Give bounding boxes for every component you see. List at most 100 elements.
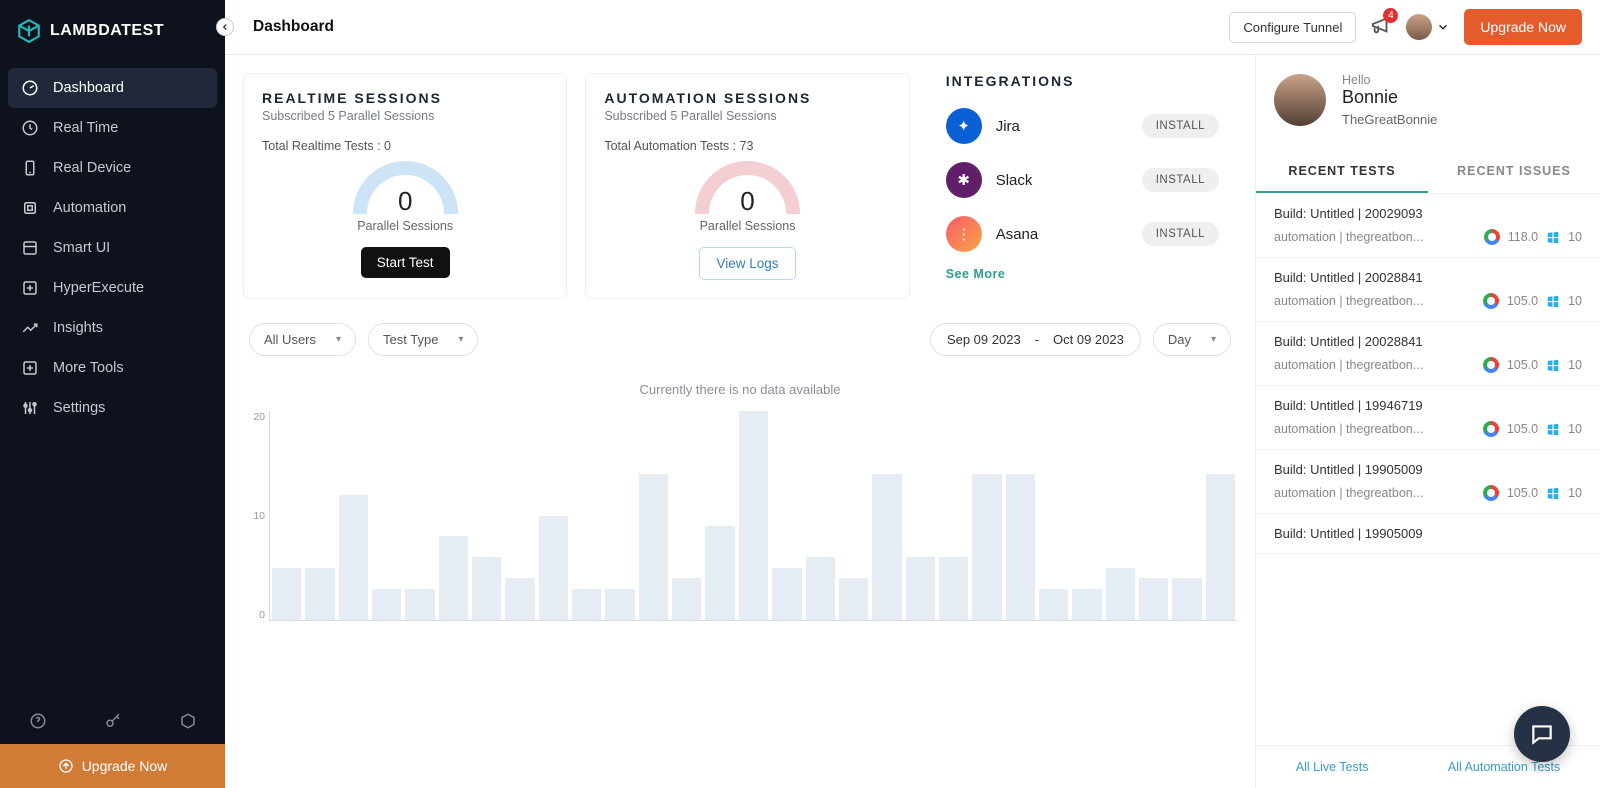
integration-row-jira: ✦ Jira INSTALL [946, 99, 1219, 153]
card-subtitle: Subscribed 5 Parallel Sessions [262, 109, 548, 123]
configure-tunnel-button[interactable]: Configure Tunnel [1229, 12, 1356, 43]
chart-bar [972, 474, 1001, 620]
total-tests-label: Total Automation Tests : 73 [604, 139, 890, 153]
sidebar-item-label: Automation [53, 200, 126, 216]
sidebar-item-settings[interactable]: Settings [8, 388, 217, 428]
gauge-value: 0 [398, 186, 412, 217]
browser-version: 105.0 [1507, 486, 1538, 500]
test-build-label: Build: Untitled | 20028841 [1274, 334, 1582, 349]
see-more-link[interactable]: See More [946, 267, 1006, 281]
chart-bar [339, 495, 368, 620]
chart-bar [1072, 589, 1101, 620]
chart-bar [1039, 589, 1068, 620]
integration-row-asana: ⋮ Asana INSTALL [946, 207, 1219, 261]
users-filter-dropdown[interactable]: All Users ▾ [249, 323, 356, 356]
os-version: 10 [1568, 486, 1582, 500]
sidebar-item-dashboard[interactable]: Dashboard [8, 68, 217, 108]
test-row[interactable]: Build: Untitled | 19905009automation | t… [1256, 450, 1600, 514]
card-title: INTEGRATIONS [946, 73, 1219, 89]
avatar [1274, 74, 1326, 126]
chart-area: Currently there is no data available 20 … [243, 368, 1237, 621]
chart-bar [272, 568, 301, 620]
sidebar-item-hyperexecute[interactable]: HyperExecute [8, 268, 217, 308]
chevron-down-icon: ▾ [458, 334, 463, 345]
sidebar-item-smartui[interactable]: Smart UI [8, 228, 217, 268]
tab-recent-issues[interactable]: RECENT ISSUES [1428, 151, 1600, 193]
windows-icon [1546, 294, 1560, 308]
test-row[interactable]: Build: Untitled | 19946719automation | t… [1256, 386, 1600, 450]
test-user: automation | thegreatbon... [1274, 294, 1475, 308]
chevron-down-icon: ▾ [336, 334, 341, 345]
windows-icon [1546, 422, 1560, 436]
chart-bar [739, 411, 768, 620]
type-filter-dropdown[interactable]: Test Type ▾ [368, 323, 478, 356]
docs-icon[interactable] [179, 712, 197, 730]
date-range-picker[interactable]: Sep 09 2023 - Oct 09 2023 [930, 323, 1141, 356]
upgrade-now-button[interactable]: Upgrade Now [1464, 9, 1582, 45]
bolt-icon [21, 279, 39, 297]
upgrade-icon [58, 758, 74, 774]
date-to: Oct 09 2023 [1053, 332, 1124, 347]
layers-icon [21, 239, 39, 257]
test-user: automation | thegreatbon... [1274, 358, 1475, 372]
integration-name: Jira [996, 118, 1128, 135]
card-title: REALTIME SESSIONS [262, 90, 548, 106]
sidebar-item-automation[interactable]: Automation [8, 188, 217, 228]
page-title: Dashboard [253, 18, 334, 36]
sidebar-item-moretools[interactable]: More Tools [8, 348, 217, 388]
chrome-icon [1483, 421, 1499, 437]
granularity-dropdown[interactable]: Day ▾ [1153, 323, 1231, 356]
all-automation-tests-link[interactable]: All Automation Tests [1448, 760, 1560, 774]
test-row[interactable]: Build: Untitled | 20028841 automation | t… [1256, 322, 1600, 386]
os-version: 10 [1568, 422, 1582, 436]
logo: LAMBDATEST [0, 0, 225, 62]
dropdown-label: All Users [264, 332, 316, 347]
start-test-button[interactable]: Start Test [361, 247, 450, 278]
windows-icon [1546, 358, 1560, 372]
chart: 20 10 0 [243, 411, 1237, 621]
upgrade-bar-label: Upgrade Now [82, 758, 168, 774]
test-meta: automation | thegreatbon...105.010 [1274, 293, 1582, 309]
all-live-tests-link[interactable]: All Live Tests [1296, 760, 1369, 774]
notifications-badge: 4 [1383, 8, 1398, 23]
test-build-label: Build: Untitled | 20029093 [1274, 206, 1582, 221]
chart-bar [305, 568, 334, 620]
greeting-label: Hello [1342, 73, 1437, 87]
view-logs-button[interactable]: View Logs [699, 247, 795, 280]
logo-icon [16, 18, 42, 44]
test-row[interactable]: Build: Untitled | 20029093automation | t… [1256, 194, 1600, 258]
chart-bars [269, 411, 1237, 621]
os-version: 10 [1568, 294, 1582, 308]
chart-bar [1139, 578, 1168, 620]
install-button[interactable]: INSTALL [1142, 168, 1219, 192]
tab-recent-tests[interactable]: RECENT TESTS [1256, 151, 1428, 193]
chat-button[interactable] [1514, 706, 1570, 762]
asana-icon: ⋮ [946, 216, 982, 252]
integration-name: Asana [996, 226, 1128, 243]
card-title: AUTOMATION SESSIONS [604, 90, 890, 106]
install-button[interactable]: INSTALL [1142, 114, 1219, 138]
profile-handle: TheGreatBonnie [1342, 112, 1437, 127]
notifications-button[interactable]: 4 [1370, 14, 1392, 41]
y-tick: 0 [243, 609, 265, 621]
sidebar-upgrade-button[interactable]: Upgrade Now [0, 744, 225, 788]
key-icon[interactable] [104, 712, 122, 730]
chart-empty-message: Currently there is no data available [243, 368, 1237, 411]
realtime-sessions-card: REALTIME SESSIONS Subscribed 5 Parallel … [243, 73, 567, 299]
test-row[interactable]: Build: Untitled | 20028841 automation | t… [1256, 258, 1600, 322]
browser-version: 105.0 [1507, 422, 1538, 436]
test-row[interactable]: Build: Untitled | 19905009 [1256, 514, 1600, 554]
date-sep: - [1035, 332, 1039, 347]
trend-icon [21, 319, 39, 337]
jira-icon: ✦ [946, 108, 982, 144]
test-build-label: Build: Untitled | 20028841 [1274, 270, 1582, 285]
sidebar-item-insights[interactable]: Insights [8, 308, 217, 348]
clock-icon [21, 119, 39, 137]
collapse-sidebar-button[interactable] [216, 18, 234, 36]
sidebar-item-realdevice[interactable]: Real Device [8, 148, 217, 188]
sidebar-item-realtime[interactable]: Real Time [8, 108, 217, 148]
device-icon [21, 159, 39, 177]
install-button[interactable]: INSTALL [1142, 222, 1219, 246]
user-menu[interactable] [1406, 14, 1450, 40]
help-icon[interactable] [29, 712, 47, 730]
